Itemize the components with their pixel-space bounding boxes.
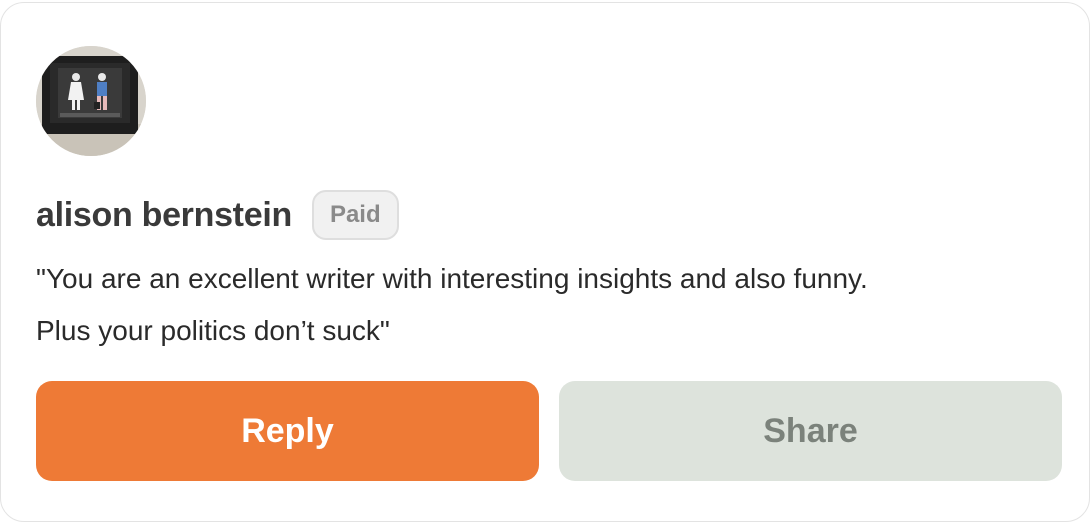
avatar[interactable] [36, 46, 146, 156]
author-row: alison bernstein Paid [36, 189, 399, 241]
comment-card: alison bernstein Paid "You are an excell… [0, 2, 1090, 522]
author-name[interactable]: alison bernstein [36, 196, 292, 235]
avatar-image [36, 46, 146, 156]
comment-message-line: Plus your politics don’t suck" [36, 315, 390, 346]
reply-button[interactable]: Reply [36, 381, 539, 481]
paid-badge: Paid [311, 190, 399, 240]
comment-message-line: "You are an excellent writer with intere… [36, 263, 868, 294]
comment-message: "You are an excellent writer with intere… [36, 253, 1046, 357]
share-button[interactable]: Share [559, 381, 1062, 481]
